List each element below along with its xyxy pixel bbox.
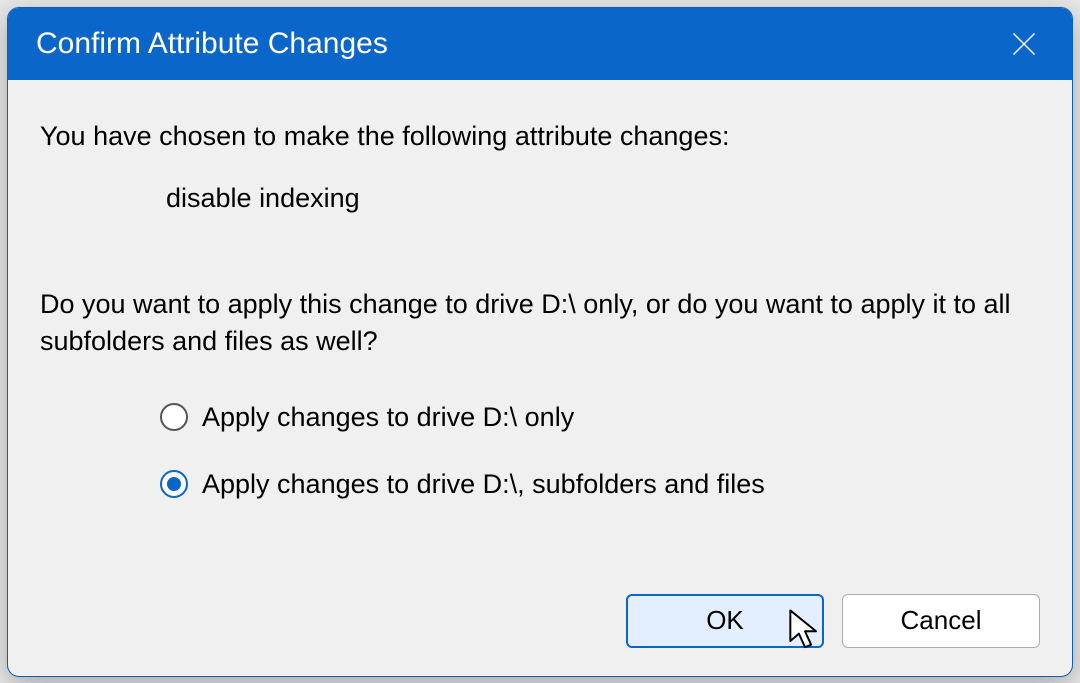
close-button[interactable] <box>1000 20 1048 68</box>
cancel-button[interactable]: Cancel <box>842 594 1040 648</box>
intro-text: You have chosen to make the following at… <box>40 118 1040 154</box>
change-item: disable indexing <box>40 180 1040 216</box>
radio-option-drive-only[interactable]: Apply changes to drive D:\ only <box>160 399 1040 435</box>
confirm-attribute-changes-dialog: Confirm Attribute Changes You have chose… <box>7 7 1073 677</box>
radio-unselected-icon <box>160 403 188 431</box>
dialog-title: Confirm Attribute Changes <box>36 27 388 61</box>
button-row: OK Cancel <box>8 594 1072 676</box>
radio-label-drive-only: Apply changes to drive D:\ only <box>202 399 574 435</box>
radio-label-recursive: Apply changes to drive D:\, subfolders a… <box>202 466 765 502</box>
titlebar: Confirm Attribute Changes <box>8 8 1072 80</box>
radio-selected-icon <box>160 470 188 498</box>
ok-button[interactable]: OK <box>626 594 824 648</box>
close-icon <box>1010 30 1038 58</box>
question-text: Do you want to apply this change to driv… <box>40 286 1040 359</box>
radio-option-recursive[interactable]: Apply changes to drive D:\, subfolders a… <box>160 466 1040 502</box>
dialog-content: You have chosen to make the following at… <box>8 80 1072 594</box>
radio-group: Apply changes to drive D:\ only Apply ch… <box>40 399 1040 502</box>
